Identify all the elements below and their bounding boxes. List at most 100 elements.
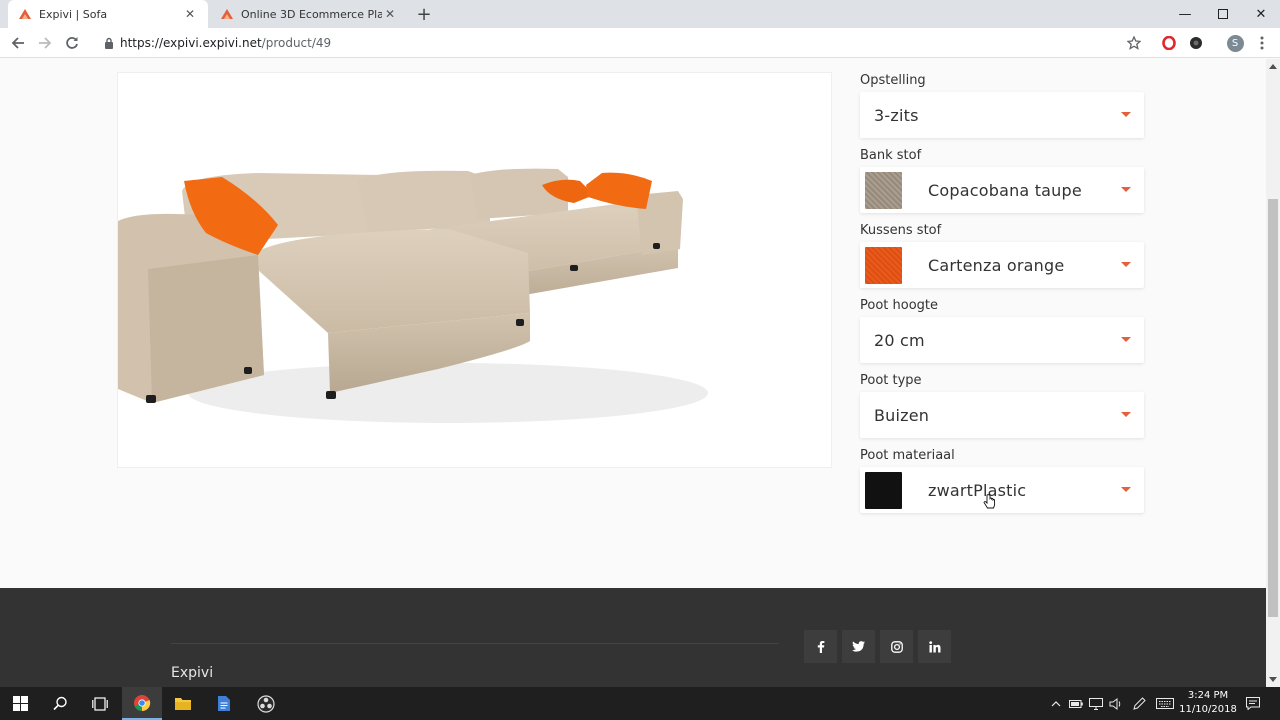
kussens-stof-select[interactable]: Cartenza orange — [860, 242, 1144, 288]
bank-stof-select[interactable]: Copacobana taupe — [860, 167, 1144, 213]
caret-down-icon — [1121, 262, 1131, 267]
battery-icon — [1069, 699, 1083, 708]
selected-value: 3-zits — [874, 105, 919, 125]
url-host: https://expivi.expivi.net — [120, 36, 262, 50]
url-text: https://expivi.expivi.net/product/49 — [120, 36, 331, 50]
chrome-taskbar-button[interactable] — [122, 687, 162, 720]
selected-value: Buizen — [874, 405, 930, 425]
tab-strip: Expivi | Sofa ✕ Online 3D Ecommerce Plat… — [0, 0, 1280, 28]
material-swatch — [865, 471, 902, 509]
back-button[interactable] — [7, 32, 29, 54]
obs-app-button[interactable] — [246, 687, 286, 720]
extension-button[interactable] — [1187, 34, 1205, 52]
option-poot-hoogte: Poot hoogte 20 cm — [860, 297, 1144, 363]
chrome-menu-button[interactable] — [1253, 34, 1271, 52]
network-icon — [1089, 697, 1103, 710]
option-label: Bank stof — [860, 148, 922, 163]
maximize-button[interactable] — [1204, 0, 1242, 28]
page-content: Opstelling 3-zits Bank stof Copacobana t… — [0, 59, 1266, 687]
network-tray-button[interactable] — [1088, 687, 1104, 720]
sofa-3d-render[interactable] — [118, 73, 832, 468]
tab-title: Expivi | Sofa — [39, 7, 108, 21]
keyboard-tray-button[interactable] — [1154, 687, 1176, 720]
document-icon — [218, 696, 230, 711]
bookmark-star-button[interactable] — [1125, 34, 1143, 52]
avatar: S — [1226, 34, 1244, 52]
search-icon — [52, 696, 67, 711]
close-tab-icon[interactable]: ✕ — [382, 6, 398, 22]
maximize-icon — [1218, 9, 1228, 19]
new-tab-button[interactable]: + — [414, 4, 434, 25]
file-explorer-button[interactable] — [163, 687, 203, 720]
scroll-down-arrow-icon[interactable] — [1269, 677, 1277, 682]
chrome-icon — [134, 694, 151, 711]
extension-icon — [1190, 37, 1202, 49]
selected-value: zwartPlastic — [928, 480, 1027, 500]
keyboard-icon — [1156, 698, 1174, 709]
close-tab-icon[interactable]: ✕ — [182, 6, 198, 22]
pen-icon — [1133, 696, 1146, 710]
browser-toolbar: https://expivi.expivi.net/product/49 S — [0, 28, 1280, 58]
option-poot-type: Poot type Buizen — [860, 372, 1144, 438]
address-bar[interactable]: https://expivi.expivi.net/product/49 — [92, 30, 1154, 56]
obs-icon — [257, 694, 275, 713]
instagram-button[interactable] — [880, 630, 913, 663]
selected-value: 20 cm — [874, 330, 925, 350]
configurator-options: Opstelling 3-zits Bank stof Copacobana t… — [860, 72, 1144, 522]
tab-online-3d-ecommerce[interactable]: Online 3D Ecommerce Platform | ✕ — [210, 0, 408, 28]
poot-type-select[interactable]: Buizen — [860, 392, 1144, 438]
search-button[interactable] — [40, 687, 80, 720]
poot-materiaal-select[interactable]: zwartPlastic — [860, 467, 1144, 513]
selected-value: Copacobana taupe — [928, 180, 1082, 200]
notification-icon — [1246, 697, 1260, 710]
back-arrow-icon — [11, 37, 24, 49]
twitter-icon — [852, 641, 865, 652]
caret-down-icon — [1121, 412, 1131, 417]
scroll-up-arrow-icon[interactable] — [1269, 64, 1277, 69]
folder-icon — [175, 698, 191, 710]
facebook-button[interactable] — [804, 630, 837, 663]
show-hidden-icons-button[interactable] — [1048, 687, 1064, 720]
tab-expivi-sofa[interactable]: Expivi | Sofa ✕ — [8, 0, 208, 28]
scroll-thumb[interactable] — [1268, 199, 1278, 617]
volume-tray-button[interactable] — [1108, 687, 1124, 720]
lock-icon — [105, 37, 113, 49]
expivi-favicon-icon — [19, 9, 31, 19]
footer-brand: Expivi — [171, 665, 214, 681]
windows-logo-icon — [12, 696, 28, 711]
linkedin-button[interactable] — [918, 630, 951, 663]
pen-tray-button[interactable] — [1130, 687, 1148, 720]
profile-avatar-button[interactable]: S — [1226, 34, 1244, 52]
opstelling-select[interactable]: 3-zits — [860, 92, 1144, 138]
task-view-button[interactable] — [80, 687, 120, 720]
poot-hoogte-select[interactable]: 20 cm — [860, 317, 1144, 363]
site-footer: Expivi — [0, 588, 1266, 687]
option-label: Poot hoogte — [860, 298, 939, 313]
minimize-button[interactable]: — — [1166, 0, 1204, 28]
facebook-icon — [817, 641, 824, 653]
more-vertical-icon — [1260, 36, 1264, 50]
option-label: Opstelling — [860, 73, 926, 88]
page-scrollbar[interactable] — [1266, 59, 1280, 687]
option-kussens-stof: Kussens stof Cartenza orange — [860, 222, 1144, 288]
reload-button[interactable] — [61, 32, 83, 54]
option-bank-stof: Bank stof Copacobana taupe — [860, 147, 1144, 213]
twitter-button[interactable] — [842, 630, 875, 663]
caret-down-icon — [1121, 112, 1131, 117]
3d-product-viewer[interactable] — [117, 72, 832, 468]
taskbar-clock[interactable]: 3:24 PM 11/10/2018 — [1176, 689, 1240, 717]
action-center-button[interactable] — [1244, 687, 1262, 720]
avatar-initial: S — [1231, 37, 1239, 49]
start-button[interactable] — [0, 687, 40, 720]
opera-extension-button[interactable] — [1160, 34, 1178, 52]
forward-button[interactable] — [34, 32, 56, 54]
document-app-button[interactable] — [204, 687, 244, 720]
option-poot-materiaal: Poot materiaal zwartPlastic — [860, 447, 1144, 513]
caret-down-icon — [1121, 187, 1131, 192]
close-window-button[interactable]: ✕ — [1242, 0, 1280, 28]
mouse-cursor-icon — [983, 494, 996, 509]
battery-tray-button[interactable] — [1068, 687, 1084, 720]
url-path: /product/49 — [261, 36, 332, 50]
star-icon — [1127, 36, 1141, 50]
chevron-up-icon — [1051, 700, 1061, 706]
